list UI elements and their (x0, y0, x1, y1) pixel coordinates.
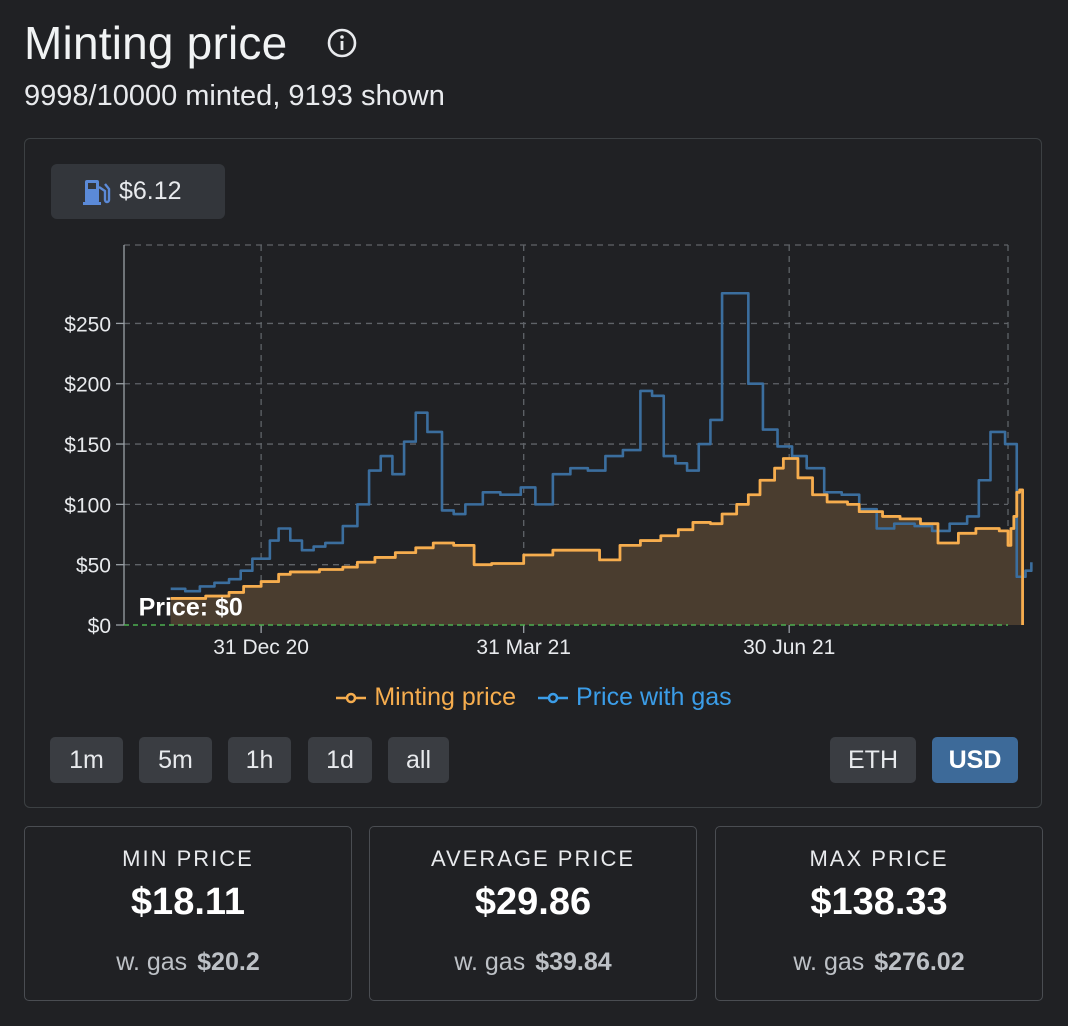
stat-label: MIN PRICE (122, 846, 254, 871)
legend-marker-minting (336, 692, 367, 703)
minted-summary: 9998/10000 minted, 9193 shown (24, 80, 445, 112)
legend-label-minting: Minting price (374, 683, 517, 711)
range-button-5m[interactable]: 5m (139, 737, 212, 783)
stat-gas-value: $39.84 (535, 948, 612, 976)
price-annotation: Price: $0 (139, 593, 243, 621)
x-tick-label: 31 Mar 21 (476, 636, 571, 659)
currency-button-usd[interactable]: USD (932, 737, 1018, 783)
stat-gas-label: w. gas (116, 948, 188, 976)
range-button-all[interactable]: all (388, 737, 449, 783)
stat-card-max: MAX PRICE $138.33 w. gas $276.02 (715, 826, 1043, 1001)
stat-value: $29.86 (474, 881, 592, 923)
stat-gas-row: w. gas $39.84 (370, 948, 696, 977)
stat-gas-row: w. gas $20.2 (25, 948, 351, 977)
stat-gas-row: w. gas $276.02 (716, 948, 1042, 977)
stat-card-min: MIN PRICE $18.11 w. gas $20.2 (24, 826, 352, 1001)
x-tick-label: 30 Jun 21 (743, 636, 835, 659)
x-tick-label: 31 Dec 20 (213, 636, 309, 659)
range-button-1d[interactable]: 1d (308, 737, 372, 783)
chart-legend: Minting price Price with gas (0, 683, 1068, 712)
price-chart: $0 $50 $100 $150 $200 $250 31 Dec 20 31 Mar 21 3… (64, 244, 1033, 659)
gas-price-value: $6.12 (119, 177, 182, 205)
page-title: Minting price (24, 17, 288, 69)
y-tick-label: $200 (64, 374, 111, 397)
legend-marker-gas (538, 692, 569, 703)
range-button-1m[interactable]: 1m (50, 737, 123, 783)
gas-price-badge: $6.12 (51, 164, 225, 219)
stat-label: AVERAGE PRICE (430, 846, 636, 871)
stat-label: MAX PRICE (809, 846, 949, 871)
y-tick-label: $150 (64, 434, 111, 457)
stat-value: $18.11 (130, 881, 246, 923)
y-tick-label: $50 (76, 555, 111, 578)
stat-value: $138.33 (810, 881, 948, 923)
y-tick-label: $100 (64, 494, 111, 517)
legend-item-gas[interactable]: Price with gas (538, 683, 732, 712)
currency-button-eth[interactable]: ETH (830, 737, 916, 783)
stat-gas-value: $20.2 (197, 948, 260, 976)
y-tick-label: $250 (64, 313, 111, 336)
stat-card-average: AVERAGE PRICE $29.86 w. gas $39.84 (369, 826, 697, 1001)
stat-gas-label: w. gas (793, 948, 865, 976)
gas-pump-icon (83, 179, 111, 205)
legend-item-minting[interactable]: Minting price (336, 683, 516, 712)
y-tick-label: $0 (88, 615, 111, 638)
stat-gas-value: $276.02 (874, 948, 965, 976)
legend-label-gas: Price with gas (576, 683, 732, 711)
info-icon[interactable] (326, 27, 358, 59)
stat-gas-label: w. gas (454, 948, 526, 976)
range-button-1h[interactable]: 1h (228, 737, 291, 783)
